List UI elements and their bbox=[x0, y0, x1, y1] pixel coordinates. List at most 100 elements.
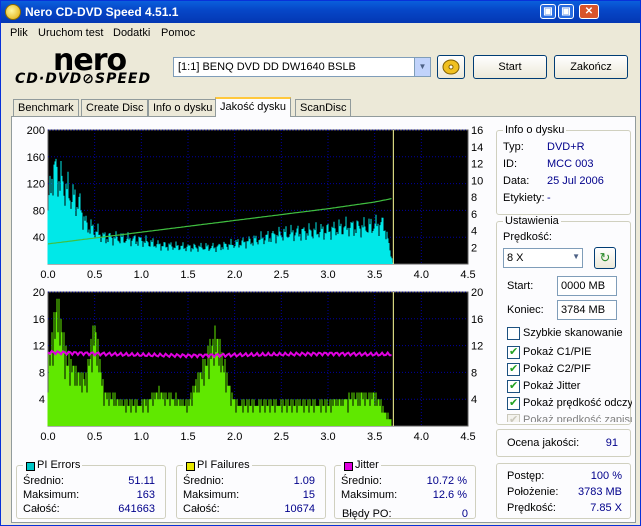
quality-score-value: 91 bbox=[605, 437, 618, 449]
position-value: 3783 MB bbox=[577, 486, 622, 498]
tab-scandisc[interactable]: ScanDisc bbox=[295, 99, 352, 116]
tab-create-disc[interactable]: Create Disc bbox=[81, 99, 149, 116]
y-left-tick-label: 8 bbox=[39, 367, 45, 379]
x-tick-label: 0.0 bbox=[40, 431, 55, 443]
speed-select[interactable]: 8 X ▼ bbox=[503, 248, 583, 268]
close-button[interactable]: ✕ bbox=[579, 4, 599, 19]
y-right-tick-label: 6 bbox=[471, 209, 477, 221]
y-left-tick-label: 160 bbox=[27, 152, 45, 164]
disc-date-value: 25 Jul 2006 bbox=[547, 175, 604, 187]
window-title: Nero CD-DVD Speed 4.51.1 bbox=[25, 5, 179, 19]
disc-icon bbox=[442, 59, 460, 75]
jitter-swatch bbox=[344, 462, 353, 471]
y-left-tick-label: 20 bbox=[33, 287, 45, 299]
show-read-speed-label: Pokaż prędkość odczytu bbox=[523, 397, 632, 409]
y-right-tick-label: 16 bbox=[471, 314, 483, 326]
x-tick-label: 3.5 bbox=[367, 431, 382, 443]
x-tick-label: 0.5 bbox=[87, 269, 102, 281]
nero-logo: nero CD·DVD⊘SPEED bbox=[11, 43, 161, 89]
x-tick-label: 2.0 bbox=[227, 431, 242, 443]
x-tick-label: 2.0 bbox=[227, 269, 242, 281]
disc-refresh-button[interactable] bbox=[437, 55, 465, 79]
pi-failures-total-label: Całość: bbox=[183, 503, 220, 515]
progress-group: Postęp: 100 % Położenie: 3783 MB Prędkoś… bbox=[496, 463, 631, 519]
y-left-tick-label: 40 bbox=[33, 232, 45, 244]
jitter-avg-label: Średnio: bbox=[341, 475, 382, 487]
drive-select[interactable]: [1:1] BENQ DVD DD DW1640 BSLB ▼ bbox=[173, 57, 431, 77]
position-label: Położenie: bbox=[507, 486, 559, 498]
y-right-tick-label: 8 bbox=[471, 367, 477, 379]
y-left-tick-label: 4 bbox=[39, 394, 45, 406]
show-pie-checkbox[interactable] bbox=[507, 345, 520, 359]
tab-disc-info[interactable]: Info o dysku bbox=[148, 99, 218, 116]
show-write-speed-label: Pokaż prędkość zapisu bbox=[523, 414, 632, 422]
show-pif-checkbox[interactable] bbox=[507, 362, 520, 376]
start-mb-label: Start: bbox=[507, 280, 534, 292]
y-right-tick-label: 4 bbox=[471, 394, 477, 406]
refresh-speed-button[interactable]: ↻ bbox=[594, 247, 616, 269]
settings-checkbox-list: Szybkie skanowanie Pokaż C1/PIE Pokaż C2… bbox=[497, 326, 632, 422]
end-mb-label: Koniec: bbox=[507, 304, 544, 316]
y-left-tick-label: 80 bbox=[33, 205, 45, 217]
y-left-tick-label: 120 bbox=[27, 179, 45, 191]
exit-button[interactable]: Zakończ bbox=[554, 55, 628, 79]
show-jitter-checkbox[interactable] bbox=[507, 379, 520, 393]
y-right-tick-label: 16 bbox=[471, 125, 483, 137]
pi-errors-swatch bbox=[26, 462, 35, 471]
chevron-down-icon[interactable]: ▼ bbox=[414, 58, 430, 76]
pi-errors-max: 163 bbox=[136, 489, 155, 501]
minimize-button[interactable]: ▣ bbox=[540, 4, 556, 19]
settings-title: Ustawienia bbox=[503, 215, 561, 227]
y-left-tick-label: 12 bbox=[33, 341, 45, 353]
title-bar[interactable]: Nero CD-DVD Speed 4.51.1 ▣ ▣ ✕ bbox=[1, 1, 640, 23]
y-right-tick-label: 4 bbox=[471, 226, 477, 238]
y-right-tick-label: 12 bbox=[471, 341, 483, 353]
pi-failures-total: 10674 bbox=[284, 503, 315, 515]
restore-button[interactable]: ▣ bbox=[558, 4, 574, 19]
menu-uruchom-test[interactable]: Uruchom test bbox=[38, 27, 103, 39]
start-mb-input[interactable]: 0000 MB bbox=[557, 276, 617, 296]
disc-type-label: Typ: bbox=[503, 141, 524, 153]
x-tick-label: 2.5 bbox=[274, 431, 289, 443]
x-tick-label: 0.5 bbox=[87, 431, 102, 443]
read-speed-label: Prędkość: bbox=[507, 502, 556, 514]
disc-info-group: Info o dysku Typ: DVD+R ID: MCC 003 Data… bbox=[496, 124, 631, 215]
quality-score-group: Ocena jakości: 91 bbox=[496, 429, 631, 457]
show-jitter-label: Pokaż Jitter bbox=[523, 380, 581, 392]
tab-disc-quality[interactable]: Jakość dysku bbox=[215, 97, 292, 117]
menu-pomoc[interactable]: Pomoc bbox=[161, 27, 195, 39]
pi-failures-group: PI Failures Średnio: 1.09 Maksimum: 15 C… bbox=[176, 459, 326, 519]
y-left-tick-label: 16 bbox=[33, 314, 45, 326]
y-right-tick-label: 20 bbox=[471, 287, 483, 299]
tab-benchmark[interactable]: Benchmark bbox=[13, 99, 79, 116]
quick-scan-checkbox[interactable] bbox=[507, 327, 520, 340]
pi-errors-group: PI Errors Średnio: 51.11 Maksimum: 163 C… bbox=[16, 459, 166, 519]
start-button[interactable]: Start bbox=[473, 55, 547, 79]
y-right-tick-label: 12 bbox=[471, 159, 483, 171]
pi-errors-avg: 51.11 bbox=[128, 475, 155, 487]
x-tick-label: 3.0 bbox=[320, 431, 335, 443]
show-pif-label: Pokaż C2/PIF bbox=[523, 363, 591, 375]
disc-type-value: DVD+R bbox=[547, 141, 585, 153]
disc-label-label: Etykiety: bbox=[503, 192, 545, 204]
show-read-speed-checkbox[interactable] bbox=[507, 396, 520, 410]
menu-dodatki[interactable]: Dodatki bbox=[113, 27, 150, 39]
x-tick-label: 0.0 bbox=[40, 269, 55, 281]
jitter-max-label: Maksimum: bbox=[341, 489, 398, 501]
menu-plik[interactable]: Plik bbox=[10, 27, 28, 39]
pi-errors-max-label: Maksimum: bbox=[23, 489, 80, 501]
x-tick-label: 4.0 bbox=[414, 269, 429, 281]
pi-errors-total: 641663 bbox=[118, 503, 155, 515]
progress-label: Postęp: bbox=[507, 470, 545, 482]
disc-label-value: - bbox=[547, 192, 551, 204]
quick-scan-label: Szybkie skanowanie bbox=[523, 327, 623, 339]
logo-cdspeed-text: CD·DVD⊘SPEED bbox=[15, 71, 152, 87]
x-tick-label: 4.0 bbox=[414, 431, 429, 443]
jitter-max: 12.6 % bbox=[432, 489, 467, 501]
end-mb-input[interactable]: 3784 MB bbox=[557, 300, 617, 320]
x-tick-label: 1.5 bbox=[180, 269, 195, 281]
speed-select-value: 8 X bbox=[507, 252, 524, 264]
x-tick-label: 4.5 bbox=[460, 269, 475, 281]
x-tick-label: 4.5 bbox=[460, 431, 475, 443]
pi-failures-swatch bbox=[186, 462, 195, 471]
